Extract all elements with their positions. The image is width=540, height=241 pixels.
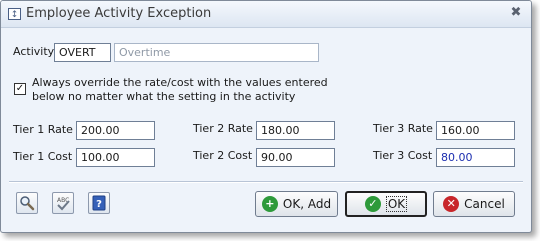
tier3-cost-field[interactable]: 80.00 xyxy=(436,148,515,167)
tier2-cost-label: Tier 2 Cost xyxy=(193,149,253,162)
plus-icon: + xyxy=(261,196,278,212)
tier2-cost-field[interactable]: 90.00 xyxy=(256,148,335,167)
window-title: Employee Activity Exception xyxy=(26,6,212,21)
override-text-line2: below no matter what the setting in the … xyxy=(32,90,296,103)
dialog-window: ↕ Employee Activity Exception ✖ Activity… xyxy=(0,0,532,233)
spellcheck-button[interactable]: ABC xyxy=(52,192,74,214)
activity-code-field[interactable]: OVERT xyxy=(54,43,111,62)
help-icon: ? xyxy=(92,195,106,211)
title-bar[interactable]: ↕ Employee Activity Exception ✖ xyxy=(1,1,531,28)
ok-add-button[interactable]: + OK, Add xyxy=(255,191,338,217)
search-button[interactable] xyxy=(16,192,38,214)
cancel-icon: ✕ xyxy=(443,196,460,212)
app-icon: ↕ xyxy=(8,8,21,20)
tier3-rate-field[interactable]: 160.00 xyxy=(436,121,515,140)
footer-separator xyxy=(9,181,523,183)
override-checkbox[interactable]: ✓ xyxy=(14,83,26,95)
tier1-rate-label: Tier 1 Rate xyxy=(13,123,73,136)
activity-description-field: Overtime xyxy=(114,43,319,62)
activity-label: Activity xyxy=(13,45,55,58)
tier2-rate-field[interactable]: 180.00 xyxy=(256,121,335,140)
tier1-cost-label: Tier 1 Cost xyxy=(13,150,73,163)
checkmark-icon: ✓ xyxy=(364,196,381,212)
cancel-label: Cancel xyxy=(464,197,505,211)
spellcheck-icon: ABC xyxy=(57,197,70,211)
ok-add-label: OK, Add xyxy=(282,197,332,211)
tier3-rate-label: Tier 3 Rate xyxy=(373,122,433,135)
ok-label: OK xyxy=(385,196,408,212)
tier2-rate-label: Tier 2 Rate xyxy=(193,122,253,135)
override-checkbox-label[interactable]: Always override the rate/cost with the v… xyxy=(32,76,328,104)
svg-text:?: ? xyxy=(96,199,102,210)
close-icon: ✖ xyxy=(510,5,522,20)
close-button[interactable]: ✖ xyxy=(507,4,525,22)
cancel-button[interactable]: ✕ Cancel xyxy=(433,191,515,217)
tier1-cost-field[interactable]: 100.00 xyxy=(76,148,155,167)
tier1-rate-field[interactable]: 200.00 xyxy=(76,121,155,140)
override-text-line1: Always override the rate/cost with the v… xyxy=(32,76,328,89)
help-button[interactable]: ? xyxy=(88,192,110,214)
ok-button[interactable]: ✓ OK xyxy=(345,191,427,217)
tier3-cost-label: Tier 3 Cost xyxy=(373,149,433,162)
magnifier-icon xyxy=(20,196,35,211)
